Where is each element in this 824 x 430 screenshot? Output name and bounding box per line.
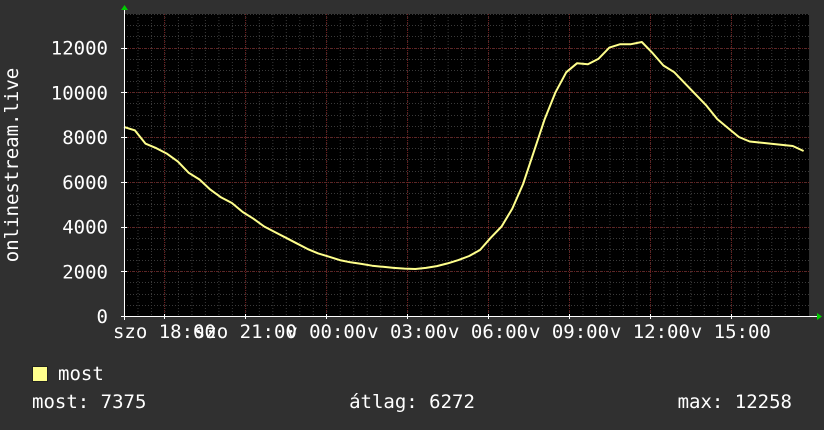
x-tick-label: v 03:00 [367, 321, 447, 343]
legend-label-most: most [58, 363, 104, 385]
x-tick-label: v 12:00 [610, 321, 690, 343]
x-tick-label: v 06:00 [448, 321, 528, 343]
stat-current: most: 7375 [32, 391, 147, 413]
legend: most [32, 362, 104, 386]
x-tick-label: v 09:00 [529, 321, 609, 343]
y-tick-label: 10000 [51, 82, 108, 104]
y-tick-label: 6000 [62, 172, 108, 194]
y-axis-arrow-icon [121, 5, 128, 10]
x-tick-label: v 15:00 [691, 321, 771, 343]
x-tick-label: szo 21:00 [194, 321, 297, 343]
y-tick-label: 2000 [62, 261, 108, 283]
y-tick-label: 0 [97, 306, 108, 328]
x-tick-labels: szo 18:00szo 21:00v 00:00 v 03:00 v 06:00 v… [113, 321, 771, 343]
x-tick-label: v 00:00 [286, 321, 366, 343]
y-tick-label: 4000 [62, 217, 108, 239]
legend-swatch-most [32, 366, 48, 382]
stats-row: most: 7375 átlag: 6272 max: 12258 [32, 390, 792, 414]
stat-average: átlag: 6272 [349, 391, 475, 413]
y-axis-label: onlinestream.live [1, 68, 23, 262]
chart-svg: 0 2000 4000 6000 8000 10000 12000 szo 18:00szo… [1, 5, 822, 343]
y-tick-label: 8000 [62, 127, 108, 149]
stat-max: max: 12258 [677, 391, 792, 413]
x-axis-arrow-icon [817, 313, 822, 320]
y-tick-labels: 0 2000 4000 6000 8000 10000 12000 [51, 38, 108, 328]
y-tick-label: 12000 [51, 38, 108, 60]
